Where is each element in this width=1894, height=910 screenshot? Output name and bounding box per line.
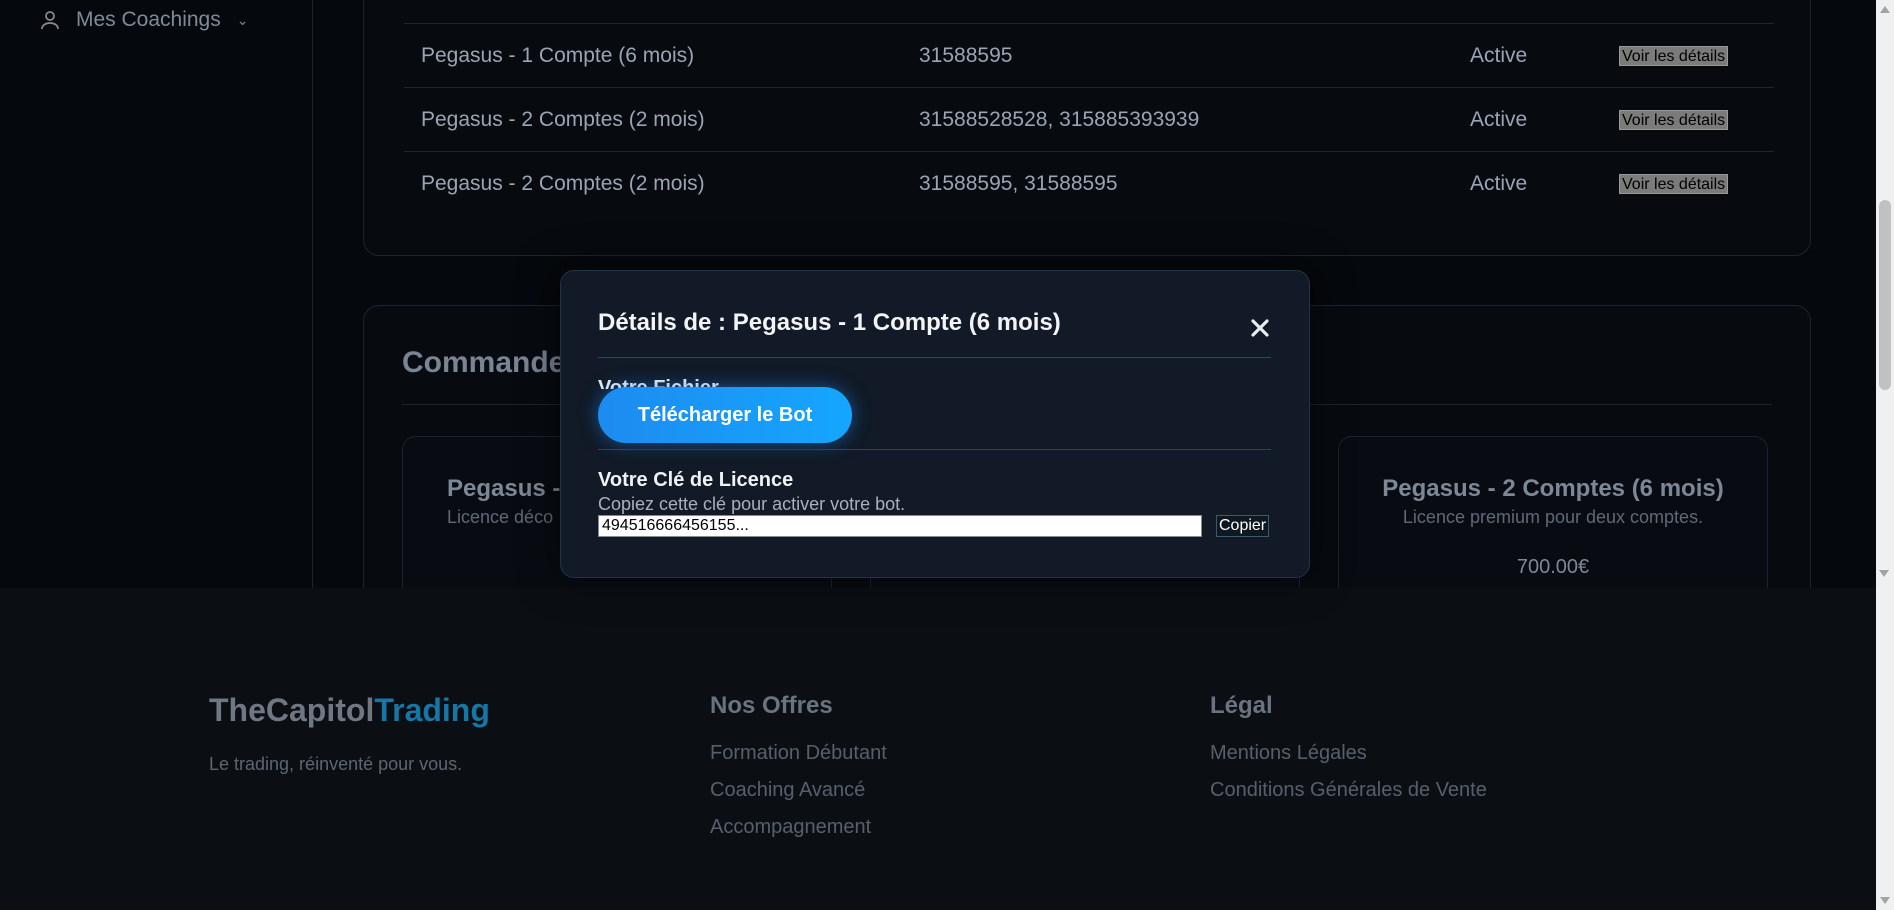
offer-title: Pegasus - 2 Comptes (6 mois) xyxy=(1382,475,1724,502)
chevron-down-icon: ⌄ xyxy=(236,11,249,28)
footer-link[interactable]: Mentions Légales xyxy=(1210,742,1487,765)
subscription-accounts: 31588528528, 315885393939 xyxy=(919,108,1200,131)
sidebar: Mes Coachings ⌄ xyxy=(0,0,313,588)
offer-price: 700.00€ xyxy=(1516,556,1590,578)
table-row: Pegasus - 2 Comptes (2 mois) 31588595, 3… xyxy=(404,151,1774,216)
subscription-accounts: 31588595, 31588595 xyxy=(919,172,1118,195)
footer-tagline: Le trading, réinventé pour vous. xyxy=(209,754,463,774)
page-scrollbar[interactable] xyxy=(1876,0,1894,910)
view-details-button[interactable]: Voir les détails xyxy=(1619,110,1729,130)
status-badge: Active xyxy=(1470,108,1528,131)
scroll-thumb[interactable] xyxy=(1879,200,1891,390)
download-bot-button[interactable]: Télécharger le Bot xyxy=(598,387,852,443)
license-key-field[interactable] xyxy=(598,515,1202,537)
license-key-label: Votre Clé de Licence xyxy=(598,469,794,491)
offer-description: Licence premium pour deux comptes. xyxy=(1402,507,1704,527)
brand-accent: Trading xyxy=(374,692,490,728)
brand-name: TheCapitol xyxy=(209,692,375,728)
footer-logo[interactable]: TheCapitolTrading xyxy=(209,692,490,729)
footer-link[interactable]: Coaching Avancé xyxy=(710,779,887,802)
footer: TheCapitolTrading Le trading, réinventé … xyxy=(0,588,1876,910)
footer-link[interactable]: Accompagnement xyxy=(710,816,887,839)
footer-column-title: Légal xyxy=(1210,692,1273,719)
view-details-button[interactable]: Voir les détails xyxy=(1619,46,1729,66)
status-badge: Active xyxy=(1470,172,1528,195)
footer-link[interactable]: Formation Débutant xyxy=(710,742,887,765)
divider xyxy=(598,449,1271,450)
scroll-up-arrow-icon[interactable] xyxy=(1880,6,1890,13)
footer-offers-column: Nos Offres Formation Débutant Coaching A… xyxy=(710,692,887,853)
sidebar-item-mes-coachings[interactable]: Mes Coachings ⌄ xyxy=(38,8,248,32)
table-row: Pegasus - 2 Comptes (2 mois) 31588528528… xyxy=(404,87,1774,152)
subscription-name: Pegasus - 2 Comptes (2 mois) xyxy=(421,108,705,131)
user-icon xyxy=(38,8,62,32)
status-badge: Active xyxy=(1470,44,1528,67)
subscription-accounts: 31588595 xyxy=(919,44,1013,67)
footer-link[interactable]: Conditions Générales de Vente xyxy=(1210,779,1487,802)
sidebar-item-label: Mes Coachings xyxy=(76,8,221,31)
view-details-button[interactable]: Voir les détails xyxy=(1619,174,1729,194)
footer-legal-column: Légal Mentions Légales Conditions Généra… xyxy=(1210,692,1487,816)
close-icon[interactable] xyxy=(1247,315,1273,341)
table-row: Pegasus - 1 Compte (6 mois) 31588595 Act… xyxy=(404,23,1774,88)
offer-card[interactable]: Pegasus - 2 Comptes (6 mois) Licence pre… xyxy=(1338,436,1768,588)
orders-title: Commande xyxy=(402,346,566,379)
subscription-name: Pegasus - 2 Comptes (2 mois) xyxy=(421,172,705,195)
footer-column-title: Nos Offres xyxy=(710,692,833,719)
subscriptions-card: Pegasus - 1 Compte (6 mois) 31588595 Act… xyxy=(363,0,1811,256)
divider xyxy=(598,357,1271,358)
inner-scroll-down-arrow-icon[interactable] xyxy=(1879,570,1889,577)
modal-title: Détails de : Pegasus - 1 Compte (6 mois) xyxy=(598,309,1061,336)
scroll-down-arrow-icon[interactable] xyxy=(1880,897,1890,904)
subscription-name: Pegasus - 1 Compte (6 mois) xyxy=(421,44,695,67)
copy-button[interactable]: Copier xyxy=(1216,515,1270,537)
license-help-text: Copiez cette clé pour activer votre bot. xyxy=(598,494,906,514)
details-modal: Détails de : Pegasus - 1 Compte (6 mois)… xyxy=(560,270,1310,578)
